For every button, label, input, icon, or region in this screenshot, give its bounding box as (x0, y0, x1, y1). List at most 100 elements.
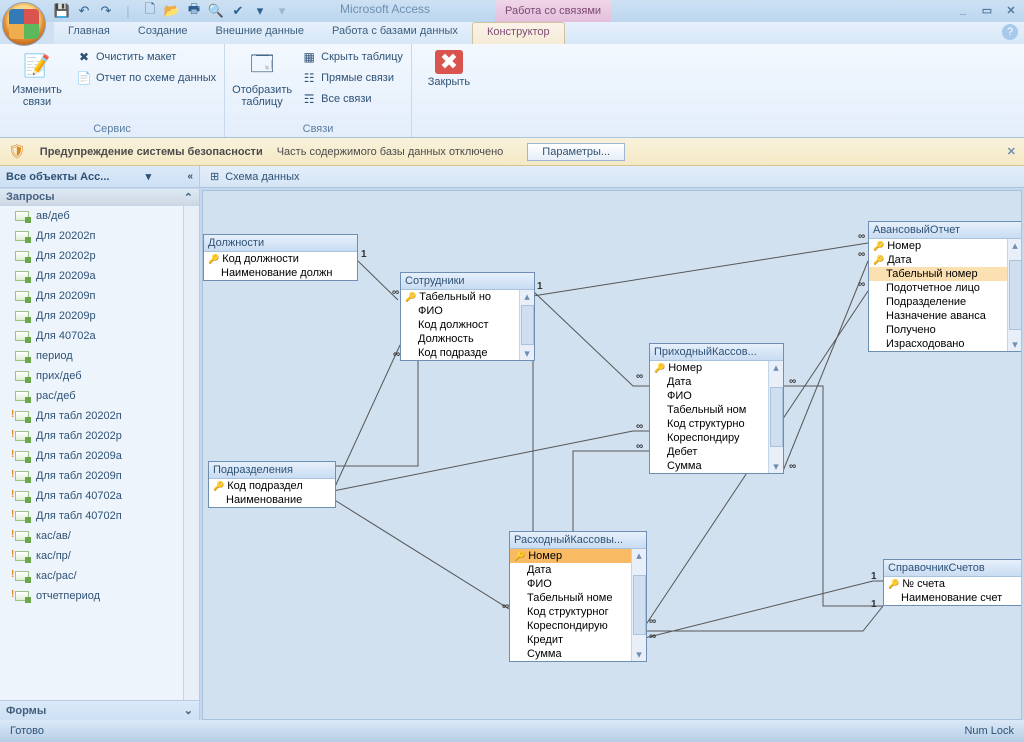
table-dol[interactable]: Должности 🔑Код должностиНаименование дол… (203, 234, 358, 281)
scrollbar[interactable]: ▴▾ (519, 290, 534, 360)
table-field[interactable]: Наименование (209, 493, 335, 507)
table-field[interactable]: Сумма (650, 459, 768, 473)
table-field[interactable]: Должность (401, 332, 519, 346)
nav-item[interactable]: прих/деб (0, 366, 183, 386)
table-field[interactable]: 🔑Код подраздел (209, 479, 335, 493)
table-field[interactable]: 🔑Дата (869, 253, 1007, 267)
more-icon[interactable]: ▾ (252, 3, 268, 19)
undo-icon[interactable]: ↶ (76, 3, 92, 19)
help-icon[interactable]: ? (1002, 24, 1018, 40)
all-relationships-button[interactable]: ☶Все связи (299, 90, 405, 108)
nav-item[interactable]: Для табл 20202р (0, 426, 183, 446)
table-field[interactable]: Кредит (510, 633, 631, 647)
table-field[interactable]: Дата (650, 375, 768, 389)
tab-design[interactable]: Конструктор (472, 22, 565, 44)
nav-collapse-icon[interactable]: « (187, 171, 193, 182)
minimize-icon[interactable]: _ (956, 3, 970, 17)
table-title[interactable]: Сотрудники (401, 273, 534, 290)
table-field[interactable]: Табельный номер (869, 267, 1007, 281)
nav-item[interactable]: Для табл 20202п (0, 406, 183, 426)
nav-item[interactable]: Для табл 40702п (0, 506, 183, 526)
table-field[interactable]: Получено (869, 323, 1007, 337)
new-icon[interactable]: 🗋 (142, 3, 158, 19)
table-avan[interactable]: АвансовыйОтчет 🔑Номер🔑ДатаТабельный номе… (868, 221, 1022, 352)
chevron-down-icon[interactable]: ⌄ (184, 704, 193, 717)
scrollbar[interactable]: ▴▾ (1007, 239, 1022, 351)
table-field[interactable]: 🔑Номер (510, 549, 631, 563)
direct-relationships-button[interactable]: ☷Прямые связи (299, 69, 405, 87)
table-field[interactable]: 🔑Код должности (204, 252, 357, 266)
nav-item[interactable]: отчетпериод (0, 586, 183, 606)
table-spr[interactable]: СправочникСчетов 🔑№ счетаНаименование сч… (883, 559, 1022, 606)
nav-item[interactable]: рас/деб (0, 386, 183, 406)
office-button[interactable] (2, 2, 46, 46)
scrollbar[interactable]: ▴▾ (631, 549, 646, 661)
table-field[interactable]: 🔑Номер (869, 239, 1007, 253)
scrollbar[interactable]: ▴▾ (768, 361, 783, 473)
nav-item[interactable]: кас/пр/ (0, 546, 183, 566)
table-field[interactable]: ФИО (510, 577, 631, 591)
table-sotr[interactable]: Сотрудники 🔑Табельный ноФИОКод должностД… (400, 272, 535, 361)
nav-item[interactable]: ав/деб (0, 206, 183, 226)
save-icon[interactable]: 💾 (54, 3, 70, 19)
tab-external-data[interactable]: Внешние данные (202, 22, 318, 44)
table-rash[interactable]: РасходныйКассовы... 🔑НомерДатаФИОТабельн… (509, 531, 647, 662)
tab-home[interactable]: Главная (54, 22, 124, 44)
table-field[interactable]: ФИО (650, 389, 768, 403)
nav-dropdown-icon[interactable]: ▾ (146, 170, 152, 183)
document-tab[interactable]: ⊞ Схема данных (200, 166, 1024, 188)
table-field[interactable]: Табельный номе (510, 591, 631, 605)
tab-create[interactable]: Создание (124, 22, 202, 44)
table-field[interactable]: Код должност (401, 318, 519, 332)
edit-relationships-button[interactable]: 📝 Изменить связи (6, 48, 68, 110)
table-title[interactable]: СправочникСчетов (884, 560, 1022, 577)
hide-table-button[interactable]: ▦Скрыть таблицу (299, 48, 405, 66)
chevron-up-icon[interactable]: ⌃ (184, 191, 193, 204)
table-field[interactable]: Кореспондирую (510, 619, 631, 633)
nav-item[interactable]: Для 20202р (0, 246, 183, 266)
security-options-button[interactable]: Параметры... (527, 143, 625, 161)
table-field[interactable]: Наименование должн (204, 266, 357, 280)
table-field[interactable]: Подразделение (869, 295, 1007, 309)
redo-icon[interactable]: ↷ (98, 3, 114, 19)
clear-layout-button[interactable]: ✖Очистить макет (74, 48, 218, 66)
nav-item[interactable]: Для 20209а (0, 266, 183, 286)
table-title[interactable]: ПриходныйКассов... (650, 344, 783, 361)
relationships-canvas[interactable]: 1 ∞ 1 ∞ 1 ∞ ∞ ∞ ∞ ∞ ∞ ∞ ∞ 1 1 ∞ ∞ ∞ Долж… (202, 190, 1022, 720)
table-field[interactable]: Израсходовано (869, 337, 1007, 351)
table-field[interactable]: Кореспондиру (650, 431, 768, 445)
table-field[interactable]: Табельный ном (650, 403, 768, 417)
table-title[interactable]: РасходныйКассовы... (510, 532, 646, 549)
close-icon[interactable]: ✕ (1004, 3, 1018, 17)
nav-item[interactable]: Для 20202п (0, 226, 183, 246)
show-table-button[interactable]: 🗔 Отобразить таблицу (231, 48, 293, 110)
nav-item[interactable]: Для табл 40702а (0, 486, 183, 506)
table-field[interactable]: 🔑№ счета (884, 577, 1022, 591)
nav-item[interactable]: Для 20209р (0, 306, 183, 326)
restore-icon[interactable]: ▭ (980, 3, 994, 17)
table-field[interactable]: Дата (510, 563, 631, 577)
table-field[interactable]: 🔑Табельный но (401, 290, 519, 304)
nav-group-forms[interactable]: Формы ⌄ (0, 700, 199, 720)
table-field[interactable]: 🔑Номер (650, 361, 768, 375)
table-field[interactable]: Код структурног (510, 605, 631, 619)
table-field[interactable]: Дебет (650, 445, 768, 459)
table-prih[interactable]: ПриходныйКассов... 🔑НомерДатаФИОТабельны… (649, 343, 784, 474)
nav-item[interactable]: Для 40702а (0, 326, 183, 346)
table-field[interactable]: Код подразде (401, 346, 519, 360)
nav-item[interactable]: Для 20209п (0, 286, 183, 306)
table-field[interactable]: Подотчетное лицо (869, 281, 1007, 295)
nav-item[interactable]: кас/ав/ (0, 526, 183, 546)
print-icon[interactable]: 🖶 (186, 3, 202, 19)
nav-scrollbar[interactable] (183, 206, 199, 700)
tab-database-tools[interactable]: Работа с базами данных (318, 22, 472, 44)
nav-item[interactable]: Для табл 20209а (0, 446, 183, 466)
table-field[interactable]: Код структурно (650, 417, 768, 431)
nav-group-queries[interactable]: Запросы ⌃ (0, 188, 199, 206)
spellcheck-icon[interactable]: ✔ (230, 3, 246, 19)
relationship-report-button[interactable]: 📄Отчет по схеме данных (74, 69, 218, 87)
table-podr[interactable]: Подразделения 🔑Код подразделНаименование (208, 461, 336, 508)
table-title[interactable]: Должности (204, 235, 357, 252)
table-field[interactable]: Наименование счет (884, 591, 1022, 605)
open-icon[interactable]: 📂 (164, 3, 180, 19)
